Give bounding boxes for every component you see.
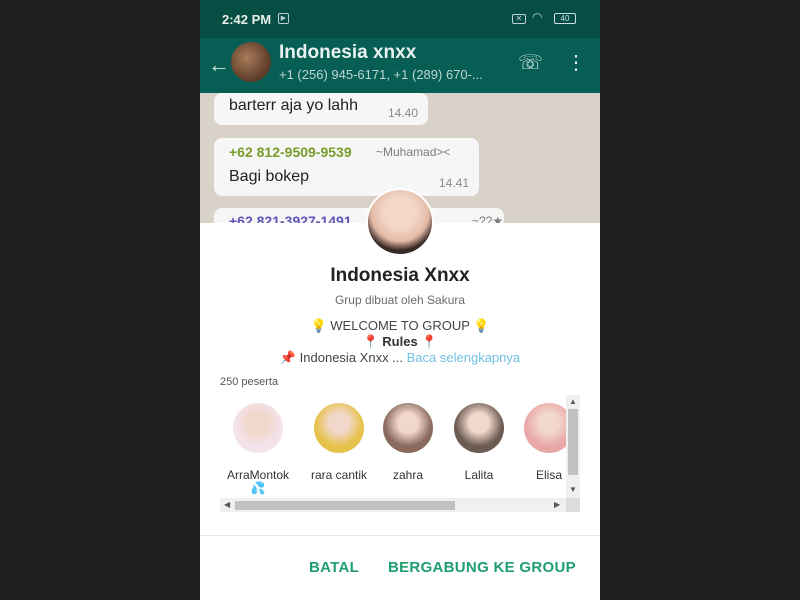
- group-avatar-large: [366, 188, 434, 256]
- participant-name: Elisa: [535, 468, 562, 482]
- participant-item[interactable]: ArraMontok 💦: [223, 403, 293, 495]
- desc-rules: 📍 Rules 📍: [362, 334, 438, 349]
- wifi-icon: ◠: [532, 10, 543, 24]
- group-description: 💡 WELCOME TO GROUP 💡 📍 Rules 📍 📌 Indones…: [200, 318, 600, 366]
- sender-name: ~Muhamad><: [376, 145, 451, 159]
- join-group-sheet: Indonesia Xnxx Grup dibuat oleh Sakura 💡…: [200, 223, 600, 600]
- participant-avatar: [524, 403, 566, 453]
- participant-scroll-area[interactable]: ArraMontok 💦 rara cantik zahra Lalita Elisa: [220, 395, 566, 498]
- scroll-down-icon[interactable]: ▼: [569, 485, 577, 494]
- sender-phone[interactable]: +62 812-9509-9539: [229, 144, 352, 160]
- participant-avatar: [314, 403, 364, 453]
- back-arrow-icon[interactable]: ←: [208, 52, 230, 78]
- divider: [200, 535, 600, 536]
- group-creator: Grup dibuat oleh Sakura: [334, 293, 466, 307]
- status-bar: 2:42 PM ▶ ✕ ◠ 40: [200, 0, 600, 38]
- participant-item[interactable]: Lalita: [444, 403, 514, 482]
- join-group-button[interactable]: BERGABUNG KE GROUP: [388, 559, 576, 576]
- scroll-up-icon[interactable]: ▲: [569, 397, 577, 406]
- participant-item[interactable]: zahra: [373, 403, 443, 482]
- battery-icon: 40: [554, 13, 576, 24]
- participant-avatar: [454, 403, 504, 453]
- message-time: 14.41: [438, 176, 469, 190]
- participant-avatar: [233, 403, 283, 453]
- message-bubble[interactable]: barterr aja yo lahh 14.40: [214, 93, 428, 125]
- group-name: Indonesia Xnxx: [330, 265, 470, 286]
- status-time: 2:42 PM: [222, 12, 272, 27]
- scrollbar-corner: [566, 498, 580, 512]
- more-options-icon[interactable]: ⋮: [566, 50, 586, 75]
- message-bubble[interactable]: +62 812-9509-9539 ~Muhamad>< Bagi bokep …: [214, 138, 479, 196]
- participant-list[interactable]: ArraMontok 💦 rara cantik zahra Lalita Elisa …: [220, 395, 580, 515]
- cancel-button[interactable]: BATAL: [309, 559, 359, 576]
- message-text: barterr aja yo lahh: [229, 97, 358, 114]
- message-time: 14.40: [387, 106, 418, 120]
- chat-title[interactable]: Indonesia xnxx: [279, 42, 416, 64]
- vertical-scrollbar[interactable]: ▲ ▼: [566, 395, 580, 498]
- chat-participants[interactable]: +1 (256) 945-6171, +1 (289) 670-...: [279, 67, 509, 82]
- participant-name: ArraMontok 💦: [226, 468, 290, 495]
- desc-line: 📌 Indonesia Xnxx ...: [279, 350, 404, 365]
- participant-avatar: [383, 403, 433, 453]
- message-text: Bagi bokep: [229, 168, 310, 185]
- participant-name: zahra: [392, 468, 424, 482]
- phone-screen: 2:42 PM ▶ ✕ ◠ 40 ← Indonesia xnxx +1 (25…: [200, 0, 600, 600]
- group-avatar-small[interactable]: [231, 42, 271, 82]
- desc-line: 💡 WELCOME TO GROUP 💡: [310, 318, 490, 333]
- horizontal-scrollbar[interactable]: ◀ ▶: [220, 498, 566, 512]
- scroll-thumb[interactable]: [568, 409, 578, 475]
- add-call-icon[interactable]: ☏: [518, 50, 543, 75]
- participant-name: Lalita: [464, 468, 494, 482]
- participant-item[interactable]: Elisa: [514, 403, 566, 482]
- participant-item[interactable]: rara cantik: [304, 403, 374, 482]
- participant-count: 250 peserta: [220, 376, 279, 388]
- sim-icon: ✕: [512, 14, 526, 24]
- scroll-left-icon[interactable]: ◀: [224, 500, 230, 509]
- cast-icon: ▶: [278, 13, 289, 24]
- scroll-thumb[interactable]: [235, 501, 455, 510]
- chat-header: ← Indonesia xnxx +1 (256) 945-6171, +1 (…: [200, 38, 600, 93]
- scroll-right-icon[interactable]: ▶: [554, 500, 560, 509]
- read-more-link[interactable]: Baca selengkapnya: [407, 350, 520, 365]
- participant-name: rara cantik: [310, 468, 368, 482]
